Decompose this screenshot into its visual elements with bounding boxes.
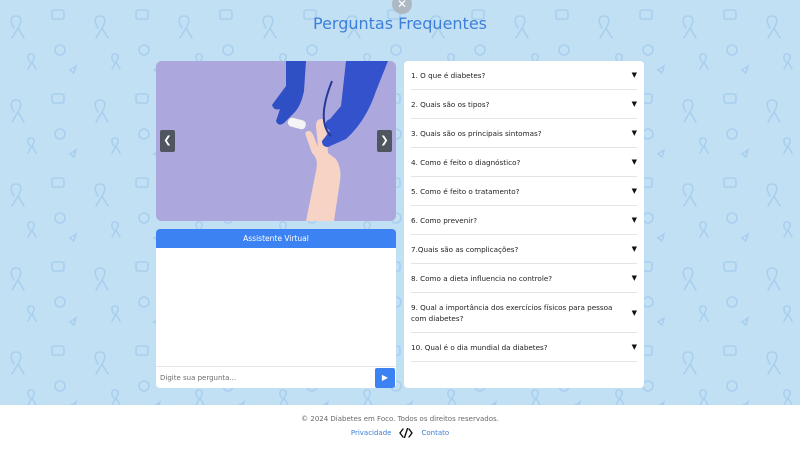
faq-question: 4. Como é feito o diagnóstico? — [411, 157, 521, 167]
caret-down-icon: ▼ — [631, 245, 637, 253]
faq-question: 7.Quais são as complicações? — [411, 244, 519, 254]
code-icon — [399, 428, 414, 438]
footer-links: Privacidade Contato — [0, 428, 800, 438]
chat-input-row: ▶ — [156, 366, 396, 388]
faq-question: 5. Como é feito o tratamento? — [411, 186, 520, 196]
caret-down-icon: ▼ — [631, 129, 637, 137]
carousel-image — [156, 61, 396, 221]
chat-messages — [156, 248, 396, 366]
faq-question: 3. Quais são os principais sintomas? — [411, 128, 542, 138]
caret-down-icon: ▼ — [631, 71, 637, 79]
faq-item[interactable]: 8. Como a dieta influencia no controle? … — [411, 264, 637, 293]
footer-copyright: © 2024 Diabetes em Foco. Todos os direit… — [301, 415, 499, 423]
caret-down-icon: ▼ — [631, 216, 637, 224]
caret-down-icon: ▼ — [631, 308, 637, 317]
faq-question: 6. Como prevenir? — [411, 215, 478, 225]
faq-item[interactable]: 2. Quais são os tipos? ▼ — [411, 90, 637, 119]
chat-header: Assistente Virtual — [156, 229, 396, 248]
caret-down-icon: ▼ — [631, 343, 637, 351]
faq-item[interactable]: 1. O que é diabetes? ▼ — [411, 61, 637, 90]
faq-item[interactable]: 4. Como é feito o diagnóstico? ▼ — [411, 148, 637, 177]
faq-list: 1. O que é diabetes? ▼ 2. Quais são os t… — [404, 61, 644, 388]
faq-item[interactable]: 5. Como é feito o tratamento? ▼ — [411, 177, 637, 206]
faq-item[interactable]: 3. Quais são os principais sintomas? ▼ — [411, 119, 637, 148]
contact-link[interactable]: Contato — [421, 429, 449, 437]
image-carousel: ❮ ❯ — [156, 61, 396, 221]
faq-item[interactable]: 10. Qual é o dia mundial da diabetes? ▼ — [411, 333, 637, 362]
chevron-left-icon: ❮ — [163, 135, 172, 146]
faq-question: 9. Qual a importância dos exercícios fís… — [411, 302, 613, 323]
faq-item[interactable]: 7.Quais são as complicações? ▼ — [411, 235, 637, 264]
faq-question: 10. Qual é o dia mundial da diabetes? — [411, 342, 548, 352]
caret-down-icon: ▼ — [631, 158, 637, 166]
hero-section: ✕ Perguntas Frequentes ❮ ❯ Assistente Vi… — [0, 0, 800, 405]
faq-item[interactable]: 6. Como prevenir? ▼ — [411, 206, 637, 235]
caret-down-icon: ▼ — [631, 100, 637, 108]
ribbon-pattern-background — [0, 0, 800, 405]
carousel-next-button[interactable]: ❯ — [377, 130, 392, 152]
chat-input[interactable] — [156, 367, 375, 388]
faq-question: 1. O que é diabetes? — [411, 70, 486, 80]
caret-down-icon: ▼ — [631, 187, 637, 195]
send-button[interactable]: ▶ — [375, 367, 395, 388]
faq-question: 8. Como a dieta influencia no controle? — [411, 273, 553, 283]
page-title: Perguntas Frequentes — [313, 14, 487, 33]
carousel-prev-button[interactable]: ❮ — [160, 130, 175, 152]
send-icon: ▶ — [381, 372, 389, 382]
chat-widget: Assistente Virtual ▶ — [156, 229, 396, 388]
privacy-link[interactable]: Privacidade — [351, 429, 392, 437]
chevron-right-icon: ❯ — [380, 135, 389, 146]
faq-item[interactable]: 9. Qual a importância dos exercícios fís… — [411, 293, 637, 333]
faq-question: 2. Quais são os tipos? — [411, 99, 490, 109]
caret-down-icon: ▼ — [631, 274, 637, 282]
